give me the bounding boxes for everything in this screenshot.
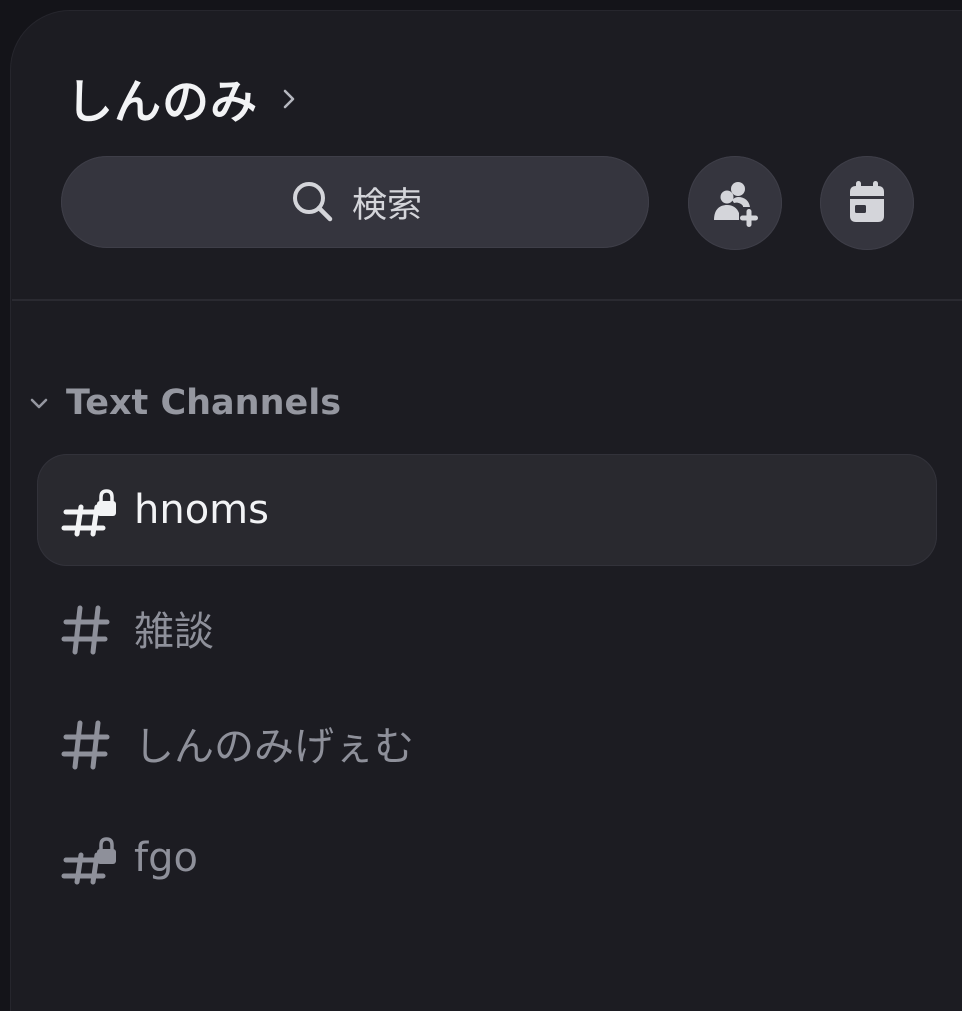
channel-name: fgo (134, 835, 198, 881)
hash-lock-icon (61, 837, 116, 885)
category-text-channels[interactable]: Text Channels (28, 378, 341, 428)
hash-lock-icon (61, 489, 116, 537)
hash-icon (61, 605, 110, 655)
category-label: Text Channels (66, 383, 342, 423)
server-name[interactable]: しんのみ (66, 63, 258, 132)
channel-item-shinnomi-game[interactable]: しんのみげぇむ (37, 687, 937, 799)
calendar-icon (850, 181, 884, 222)
channel-item-hnoms[interactable]: hnoms (37, 454, 937, 566)
hash-icon (61, 720, 110, 770)
server-header[interactable]: しんのみ (66, 62, 300, 132)
channel-item-zatsudan[interactable]: 雑談 (37, 572, 937, 684)
person-add-icon (714, 182, 758, 227)
events-button[interactable] (820, 156, 914, 250)
channel-item-fgo[interactable]: fgo (37, 802, 937, 914)
invite-button[interactable] (688, 156, 782, 250)
channel-name: 雑談 (134, 609, 214, 655)
header-divider (12, 299, 962, 301)
search-label: 検索 (351, 185, 422, 226)
search-button[interactable]: 検索 (61, 156, 649, 248)
channel-name: hnoms (134, 487, 269, 533)
chevron-right-icon (283, 89, 295, 109)
search-icon (292, 182, 333, 222)
channel-name: しんのみげぇむ (134, 724, 414, 770)
chevron-down-icon (30, 398, 48, 409)
